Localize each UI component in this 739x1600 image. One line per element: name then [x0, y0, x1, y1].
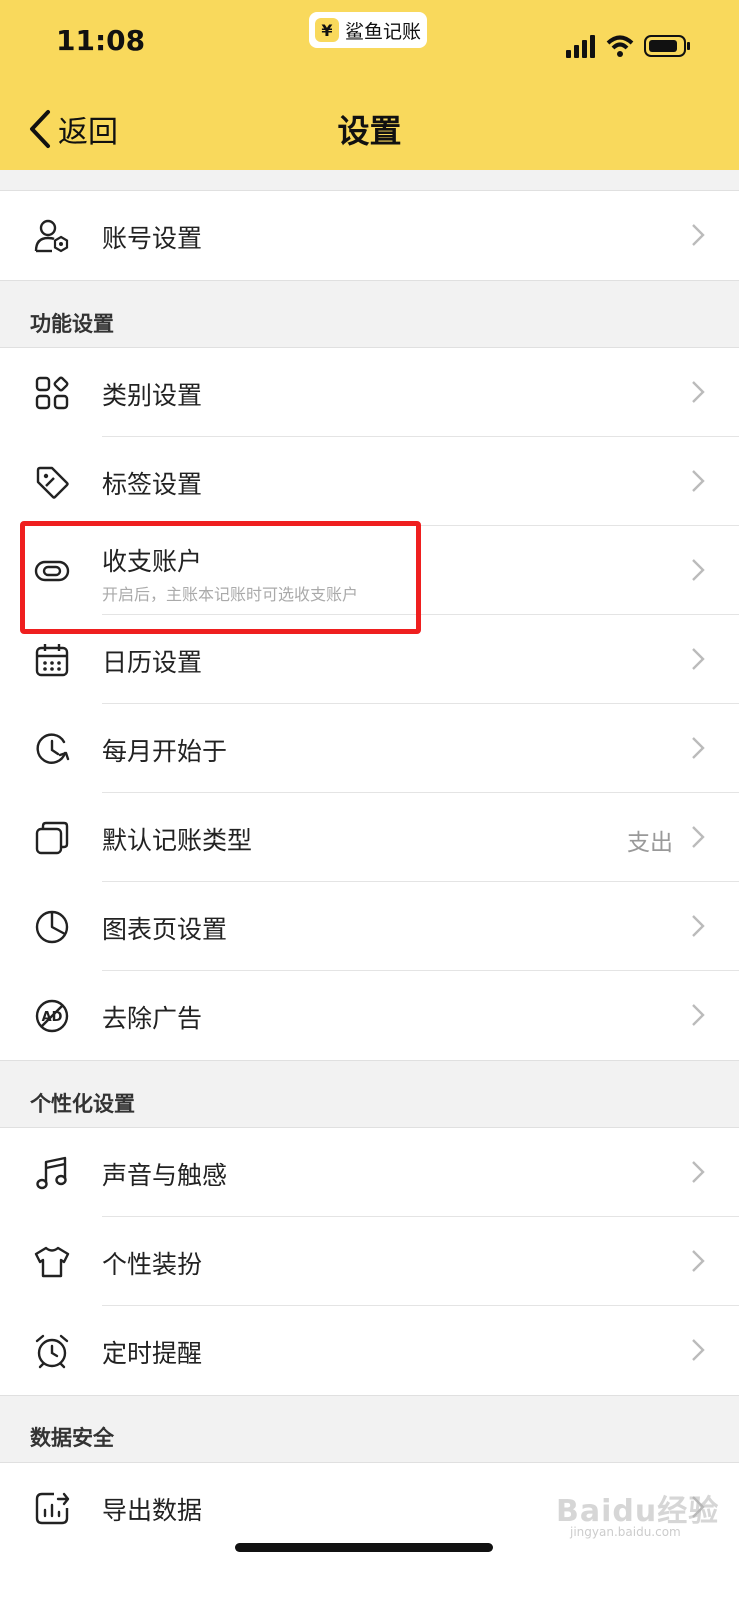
- row-label: 图表页设置: [102, 915, 228, 944]
- chevron-right-icon: [692, 1004, 705, 1026]
- music-icon: [36, 1156, 67, 1190]
- user-settings-icon: [34, 219, 69, 253]
- status-time: 11:08: [56, 24, 146, 57]
- chart-settings-row[interactable]: 图表页设置: [0, 882, 739, 971]
- chevron-right-icon: [692, 1161, 705, 1183]
- row-label: 类别设置: [102, 381, 203, 410]
- highlight-box: [20, 521, 421, 634]
- signal-icon: [566, 35, 595, 58]
- category-settings-row[interactable]: 类别设置: [0, 348, 739, 437]
- tag-settings-row[interactable]: 标签设置: [0, 437, 739, 526]
- row-label: 个性装扮: [102, 1250, 203, 1279]
- remove-ads-row[interactable]: AD 去除广告: [0, 971, 739, 1060]
- chevron-right-icon: [692, 559, 705, 581]
- month-start-row[interactable]: 每月开始于: [0, 704, 739, 793]
- divider: [0, 1395, 739, 1396]
- watermark: Baidu经验: [556, 1494, 720, 1529]
- alarm-icon: [35, 1334, 69, 1369]
- chevron-right-icon: [692, 1250, 705, 1272]
- divider: [0, 1060, 739, 1061]
- wifi-icon: [606, 35, 634, 57]
- divider: [0, 280, 739, 281]
- row-label: 每月开始于: [102, 737, 228, 766]
- personal-theme-row[interactable]: 个性装扮: [0, 1217, 739, 1306]
- tag-icon: [36, 466, 69, 499]
- category-icon: [35, 376, 69, 410]
- chevron-right-icon: [692, 1339, 705, 1361]
- chevron-right-icon: [692, 648, 705, 670]
- battery-icon: [644, 35, 690, 57]
- svg-text:AD: AD: [42, 1010, 63, 1025]
- row-label: 日历设置: [102, 648, 203, 677]
- app-logo-icon: ¥: [314, 18, 339, 42]
- row-label: 定时提醒: [102, 1339, 203, 1368]
- row-label: 声音与触感: [102, 1161, 228, 1190]
- calendar-icon: [35, 644, 69, 677]
- app-pill: ¥ 鲨鱼记账: [309, 12, 427, 48]
- default-type-row[interactable]: 默认记账类型 支出: [0, 793, 739, 882]
- chevron-right-icon: [692, 826, 705, 848]
- sound-haptics-row[interactable]: 声音与触感: [0, 1128, 739, 1217]
- clock-refresh-icon: [36, 733, 70, 764]
- home-indicator[interactable]: [235, 1543, 493, 1552]
- shirt-icon: [34, 1246, 70, 1278]
- row-label: 标签设置: [102, 470, 203, 499]
- account-settings-label: 账号设置: [102, 224, 203, 253]
- pie-chart-icon: [35, 910, 69, 944]
- no-ad-icon: AD: [35, 999, 69, 1033]
- export-icon: [35, 1492, 70, 1525]
- page-title: 设置: [337, 112, 402, 150]
- account-group: 账号设置: [0, 191, 739, 280]
- watermark-url: jingyan.baidu.com: [570, 1525, 681, 1539]
- row-label: 默认记账类型: [102, 826, 253, 855]
- chevron-right-icon: [692, 224, 705, 246]
- row-value: 支出: [627, 830, 673, 856]
- timed-reminder-row[interactable]: 定时提醒: [0, 1306, 739, 1395]
- section-header-data: 数据安全: [30, 1426, 114, 1450]
- copy-icon: [35, 821, 69, 855]
- chevron-right-icon: [692, 470, 705, 492]
- personal-group: 声音与触感 个性装扮 定时提醒: [0, 1128, 739, 1395]
- row-label: 去除广告: [102, 1004, 203, 1033]
- account-settings-row[interactable]: 账号设置: [0, 191, 739, 280]
- section-header-function: 功能设置: [30, 312, 114, 336]
- chevron-right-icon: [692, 381, 705, 403]
- function-group: 类别设置 标签设置 收支账户 开启后，主账本记账时可选收支账户 日历设置 每月开…: [0, 348, 739, 1060]
- row-label: 导出数据: [102, 1496, 203, 1525]
- chevron-right-icon: [692, 915, 705, 937]
- section-header-personal: 个性化设置: [30, 1092, 135, 1116]
- status-icons: [566, 35, 690, 58]
- app-name: 鲨鱼记账: [344, 20, 421, 43]
- chevron-right-icon: [692, 737, 705, 759]
